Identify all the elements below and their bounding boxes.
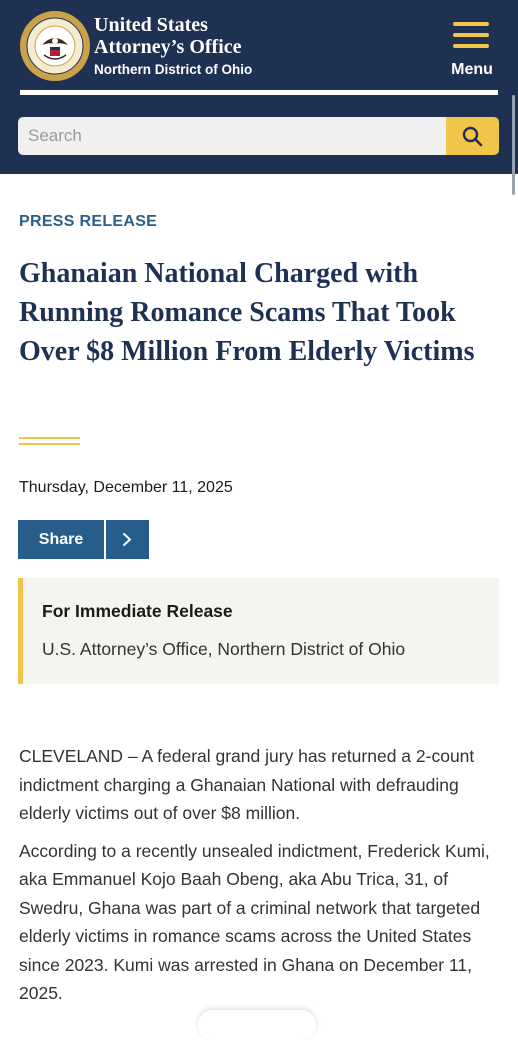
article-body: CLEVELAND – A federal grand jury has ret…	[19, 742, 504, 1017]
search-input[interactable]	[18, 117, 446, 155]
floating-toolbar[interactable]	[198, 1010, 316, 1040]
article-paragraph: CLEVELAND – A federal grand jury has ret…	[19, 746, 475, 823]
notice-body: U.S. Attorney’s Office, Northern Distric…	[42, 639, 406, 659]
chevron-right-icon	[123, 533, 131, 546]
header-divider	[20, 90, 498, 95]
brand-line-2: Attorney’s Office	[94, 36, 242, 58]
search-form	[18, 117, 499, 155]
article-paragraph: According to a recently unsealed indictm…	[19, 840, 490, 1004]
page-scrollbar[interactable]	[512, 95, 515, 195]
search-button[interactable]	[446, 117, 499, 155]
notice-heading: For Immediate Release	[42, 601, 233, 621]
publish-date: Thursday, December 11, 2025	[19, 479, 233, 496]
menu-label: Menu	[451, 61, 493, 78]
share-button[interactable]: Share	[18, 520, 104, 559]
site-header: United States Attorney’s Office Northern…	[0, 0, 518, 174]
brand-line-1: United States	[94, 14, 208, 36]
doj-seal-logo[interactable]	[20, 11, 90, 81]
header-bar: United States Attorney’s Office Northern…	[0, 0, 518, 90]
share-expand-button[interactable]	[106, 520, 149, 559]
menu-button[interactable]: Menu	[440, 14, 504, 84]
page-title: Ghanaian National Charged with Running R…	[19, 258, 475, 367]
site-brand[interactable]: United States Attorney’s Office Northern…	[94, 14, 252, 77]
search-icon	[462, 126, 483, 147]
title-divider	[19, 437, 80, 449]
brand-district: Northern District of Ohio	[94, 62, 253, 77]
release-notice: For Immediate Release U.S. Attorney’s Of…	[18, 578, 499, 684]
hamburger-icon	[453, 22, 489, 48]
content-type-label: PRESS RELEASE	[19, 213, 158, 230]
